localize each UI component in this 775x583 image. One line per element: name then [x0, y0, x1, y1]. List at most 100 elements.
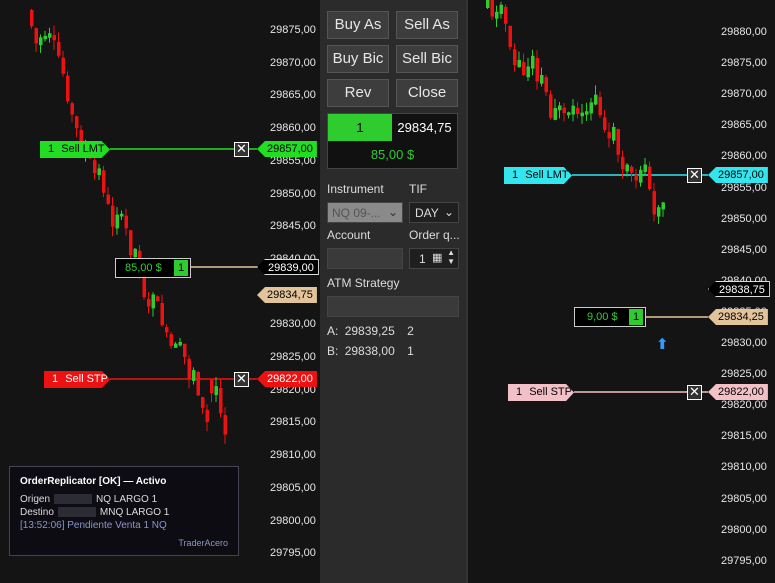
candle-body — [183, 343, 187, 357]
info-title: OrderReplicator [OK] — Activo — [20, 476, 167, 487]
position-pnl: 85,00 $ — [125, 262, 162, 274]
order-qty-value: 1 — [419, 252, 426, 266]
candle-body — [111, 205, 115, 227]
candle-body — [66, 75, 70, 102]
destination-label: Destino — [20, 507, 54, 518]
candle-body — [522, 62, 526, 76]
left-sell-lmt-label[interactable]: 1 Sell LMT — [40, 141, 110, 158]
right-sell-lmt-label[interactable]: 1 Sell LMT — [504, 167, 572, 184]
info-brand: TraderAcero — [178, 538, 228, 548]
right-sell-lmt-cancel-icon[interactable]: ✕ — [687, 168, 702, 183]
left-sell-stp-cancel-icon[interactable]: ✕ — [234, 372, 249, 387]
account-select[interactable] — [327, 248, 403, 269]
candle-body — [57, 42, 61, 56]
left-position-pnl[interactable]: 85,00 $ 1 — [115, 258, 191, 278]
candle-body — [531, 55, 535, 69]
left-sell-stp-price-tag: 29822,00 — [257, 371, 317, 387]
price-tick: 29875,00 — [721, 57, 767, 70]
buy-ask-button[interactable]: Buy As — [327, 11, 389, 39]
ask-size: 2 — [407, 324, 414, 338]
candle-body — [607, 132, 611, 139]
position-pnl: 9,00 $ — [587, 311, 618, 323]
candle-body — [616, 129, 620, 155]
price-tick: 29810,00 — [721, 461, 767, 474]
price-tick: 29830,00 — [721, 337, 767, 349]
stepper-icon[interactable]: ▲ ▼ — [447, 248, 455, 266]
candle-body — [499, 4, 503, 14]
candle-body — [612, 126, 616, 141]
candle-body — [120, 213, 124, 217]
right-position-pnl[interactable]: 9,00 $ 1 — [574, 307, 646, 327]
candle-body — [165, 327, 169, 333]
candle-body — [201, 397, 205, 408]
left-chart[interactable]: 29875,00 29870,00 29865,00 29860,00 29855,00… — [0, 0, 320, 583]
candle-body — [169, 334, 173, 346]
price-tick: 29795,00 — [270, 547, 316, 560]
candle-body — [603, 117, 607, 130]
left-sell-lmt-cancel-icon[interactable]: ✕ — [234, 142, 249, 157]
candle-body — [562, 107, 566, 114]
atm-strategy-select[interactable] — [327, 296, 459, 317]
price-tick: 29865,00 — [721, 119, 767, 132]
destination-value: MNQ LARGO 1 — [99, 507, 170, 518]
sell-ask-button[interactable]: Sell As — [396, 11, 458, 39]
ask-label: A: — [327, 324, 339, 338]
price-tick: 29860,00 — [721, 150, 767, 163]
price-tick: 29830,00 — [270, 318, 316, 331]
candle-body — [115, 214, 119, 229]
candle-body — [30, 10, 34, 27]
order-qty: 1 — [512, 169, 519, 181]
price-tick: 29805,00 — [721, 492, 767, 505]
candle-body — [187, 358, 191, 380]
price-tick: 29860,00 — [270, 122, 316, 135]
price-tick: 29845,00 — [270, 220, 316, 233]
bid-price: 29838,00 — [344, 344, 395, 358]
candle-body — [210, 380, 214, 394]
panel-separator — [466, 0, 468, 583]
price-tick: 29870,00 — [721, 88, 767, 101]
candle-body — [196, 371, 200, 396]
candle-body — [643, 164, 647, 172]
candle-body — [75, 116, 79, 129]
position-qty-cell: 1 — [328, 114, 392, 141]
candle-body — [102, 170, 106, 193]
candle-body — [178, 341, 182, 346]
candle-body — [508, 25, 512, 48]
candle-body — [160, 302, 164, 326]
candle-body — [214, 386, 218, 396]
right-sell-stp-price-tag: 29822,00 — [708, 384, 768, 400]
sell-bid-button[interactable]: Sell Bic — [396, 45, 458, 73]
order-qty-input[interactable]: 1 ▦ ▲ ▼ — [409, 248, 459, 269]
right-chart[interactable]: 29880,00 29875,00 29870,00 29865,00 29860,00… — [468, 0, 775, 583]
ask-price: 29839,25 — [344, 324, 395, 338]
candle-body — [490, 0, 494, 17]
right-sell-stp-label[interactable]: 1 Sell STP — [508, 384, 574, 401]
instrument-select[interactable]: NQ 09-... ⌄ — [327, 202, 403, 223]
left-sell-lmt-price-tag: 29857,00 — [257, 141, 317, 157]
price-tick: 29815,00 — [270, 416, 316, 429]
price-tick: 29845,00 — [721, 243, 767, 256]
left-sell-stp-label[interactable]: 1 Sell STP — [44, 371, 110, 388]
candle-body — [513, 49, 517, 66]
close-button[interactable]: Close — [396, 79, 458, 107]
candle-body — [504, 6, 508, 24]
price-tick: 29810,00 — [270, 449, 316, 462]
candle-body — [486, 0, 490, 8]
calculator-icon[interactable]: ▦ — [432, 251, 442, 264]
info-destination-row: Destino MNQ LARGO 1 — [20, 507, 169, 518]
order-type: Sell LMT — [61, 143, 105, 155]
position-pnl-cell: 85,00 $ — [370, 147, 415, 162]
candle-body — [648, 166, 652, 190]
info-log: [13:52:06] Pendiente Venta 1 NQ — [20, 520, 167, 531]
candle-body — [576, 107, 580, 115]
price-tick: 29865,00 — [270, 89, 316, 102]
candle-body — [549, 94, 553, 118]
reverse-button[interactable]: Rev — [327, 79, 389, 107]
origin-value: NQ LARGO 1 — [96, 494, 158, 505]
candle-body — [535, 57, 539, 82]
right-sell-stp-cancel-icon[interactable]: ✕ — [687, 385, 702, 400]
buy-bid-button[interactable]: Buy Bic — [327, 45, 389, 73]
order-qty: 1 — [48, 143, 55, 155]
candle-body — [223, 415, 227, 435]
tif-select[interactable]: DAY ⌄ — [409, 202, 459, 223]
